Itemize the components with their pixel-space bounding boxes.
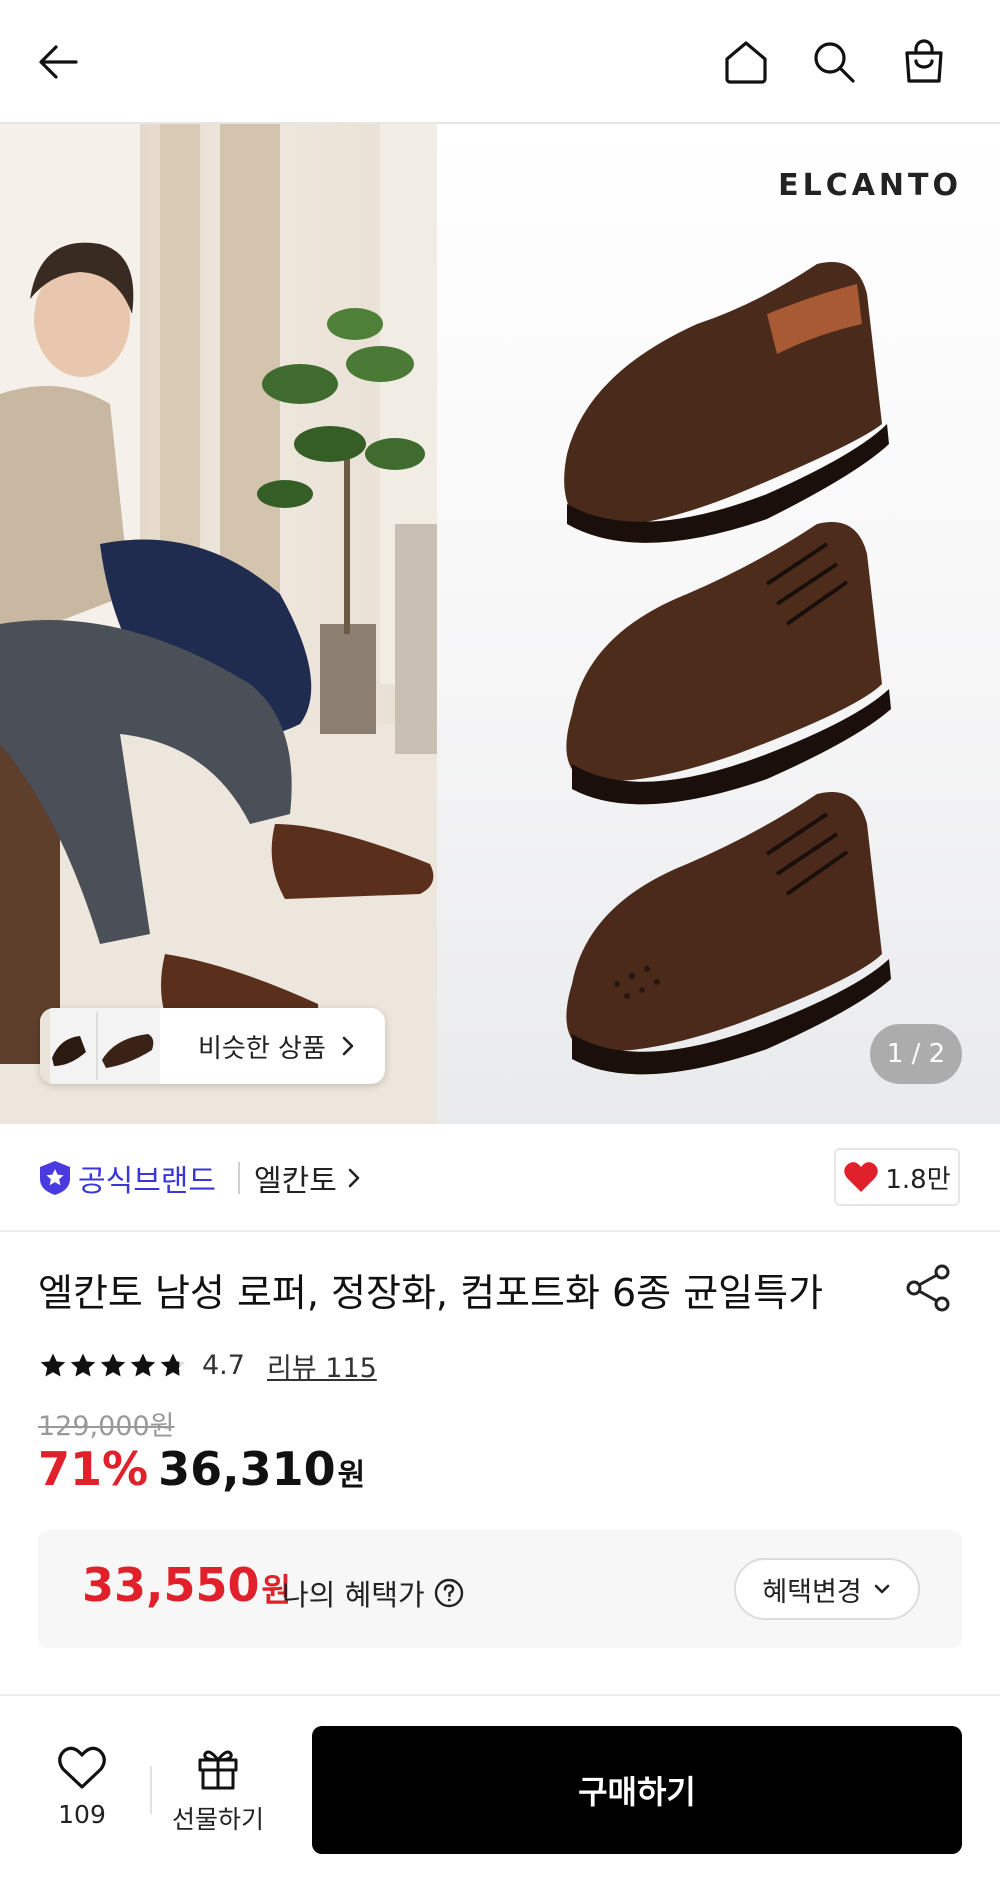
sale-price: 36,310 (158, 1442, 336, 1496)
star-icon (130, 1353, 156, 1376)
question-circle-icon[interactable] (433, 1577, 465, 1609)
brand-logo: ELCANTO (778, 168, 962, 203)
heart-outline-icon (58, 1746, 106, 1789)
similar-products-label: 비슷한 상품 (198, 1033, 326, 1064)
benefit-label: 나의 혜택가 (282, 1578, 425, 1612)
discount-rate: 71% (38, 1442, 149, 1496)
benefit-label-row: 나의 혜택가 (282, 1572, 465, 1614)
change-benefit-label: 혜택변경 (762, 1576, 862, 1608)
benefit-price: 33,550 원 (82, 1558, 291, 1612)
like-button[interactable]: 1.8만 (834, 1148, 960, 1206)
similar-products-thumbnails (40, 1008, 160, 1084)
arrow-left-icon (39, 45, 78, 79)
product-shoes-photo: ELCANTO (437, 124, 1000, 1124)
star-shield-icon (40, 1161, 70, 1195)
home-button[interactable] (714, 30, 778, 94)
image-counter: 1 / 2 (870, 1024, 962, 1084)
official-brand-label: 공식브랜드 (78, 1164, 216, 1199)
star-icon (70, 1353, 96, 1376)
divider (238, 1162, 240, 1194)
heart-filled-icon (844, 1162, 879, 1192)
brogue-shoe (566, 792, 891, 1075)
top-navigation-bar (0, 0, 1000, 124)
product-title: 엘칸토 남성 로퍼, 정장화, 컴포트화 6종 균일특가 (38, 1271, 824, 1315)
share-button[interactable] (902, 1262, 958, 1318)
gift-button[interactable]: 선물하기 (168, 1746, 268, 1836)
product-image-carousel[interactable]: ELCANTO (0, 124, 1000, 1124)
benefit-price-box: 33,550 원 나의 혜택가 혜택변경 (38, 1530, 962, 1648)
back-button[interactable] (26, 30, 90, 94)
price-unit: 원 (337, 1458, 366, 1493)
star-partial-icon (160, 1353, 186, 1376)
official-brand-badge[interactable]: 공식브랜드 (38, 1156, 216, 1200)
star-icon (100, 1353, 126, 1376)
buy-button[interactable]: 구매하기 (312, 1726, 962, 1854)
chevron-down-icon (874, 1584, 889, 1594)
reviews-link[interactable]: 리뷰 115 (267, 1346, 377, 1385)
wishlist-count: 109 (58, 1800, 106, 1829)
divider (150, 1766, 152, 1814)
gift-icon (198, 1750, 238, 1790)
change-benefit-button[interactable]: 혜택변경 (734, 1558, 920, 1620)
bottom-action-bar: 109 선물하기 구매하기 (0, 1694, 1000, 1881)
price-row: 71% 36,310 원 (38, 1442, 365, 1496)
original-price: 129,000원 (38, 1411, 175, 1442)
star-icon (40, 1353, 66, 1376)
similar-products-button[interactable]: 비슷한 상품 (40, 1008, 385, 1084)
wishlist-button[interactable]: 109 (46, 1746, 118, 1829)
share-icon (906, 1264, 950, 1312)
brand-row: 공식브랜드 엘칸토 1.8만 (0, 1124, 1000, 1232)
chevron-right-icon (348, 1168, 360, 1188)
shopping-bag-icon (905, 39, 943, 83)
rating-score: 4.7 (202, 1350, 245, 1381)
rating-row: 4.7 리뷰 115 (38, 1346, 377, 1385)
home-icon (725, 41, 767, 84)
brand-link[interactable]: 엘칸토 (254, 1156, 365, 1200)
derby-shoe (566, 522, 891, 805)
benefit-price-value: 33,550 (82, 1558, 260, 1612)
search-button[interactable] (802, 30, 866, 94)
search-icon (814, 42, 855, 83)
brand-name: 엘칸토 (254, 1164, 337, 1199)
model-photo (0, 124, 437, 1124)
cart-button[interactable] (892, 30, 956, 94)
like-count: 1.8만 (885, 1164, 951, 1195)
chevron-right-icon (342, 1036, 354, 1056)
gift-label: 선물하기 (171, 1805, 264, 1834)
rating-stars (38, 1351, 188, 1381)
loafer-shoe (564, 262, 889, 543)
